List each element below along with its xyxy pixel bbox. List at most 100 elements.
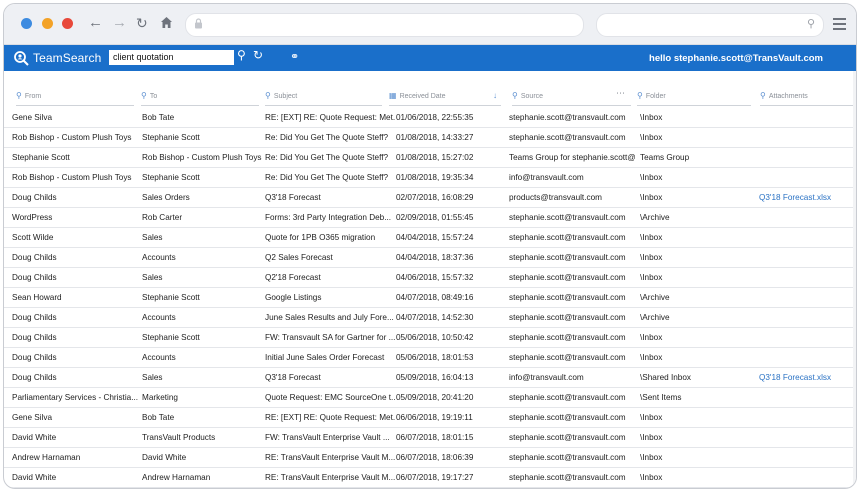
table-row[interactable]: Doug Childs Sales Orders Q3'18 Forecast 02/… — [4, 188, 856, 208]
cell-from: Gene Silva — [12, 113, 53, 122]
cell-received-date: 06/08/2018, 16:01:34 — [396, 488, 504, 489]
cell-received-date: 06/06/2018, 19:19:11 — [396, 413, 473, 422]
column-header-from[interactable]: ⚲ From — [16, 87, 134, 106]
back-arrow-icon[interactable]: ← — [88, 14, 103, 32]
address-bar[interactable] — [185, 13, 584, 37]
cell-source: stephanie.scott@transvault.com — [509, 353, 626, 362]
cell-folder: \Shared Inbox — [640, 373, 691, 382]
cell-folder: \Inbox — [640, 113, 663, 122]
cell-subject: FW: TransVault Enterprise Vault ... — [265, 433, 390, 442]
teamsearch-logo-icon — [14, 51, 29, 66]
table-row[interactable]: Stephanie Scott Rob Bishop - Custom Plush… — [4, 148, 856, 168]
search-icon: ⚲ — [637, 91, 643, 100]
window-maximize-dot[interactable] — [42, 18, 53, 29]
cell-folder: \Inbox — [640, 233, 663, 242]
cell-subject: Q3'18 Forecast — [265, 488, 395, 489]
table-row[interactable]: Rob Bishop - Custom Plush Toys Stephanie … — [4, 168, 856, 188]
column-header-to[interactable]: ⚲ To — [141, 87, 259, 106]
cell-to: David White — [142, 453, 187, 462]
cell-source: info@transvault.com — [509, 173, 584, 182]
search-icon: ⚲ — [141, 91, 147, 100]
column-header-subject[interactable]: ⚲ Subject — [265, 87, 382, 106]
cell-to: Stephanie Scott — [142, 293, 200, 302]
table-row[interactable]: WordPress Rob Carter Forms: 3rd Party Inte… — [4, 208, 856, 228]
cell-source: stephanie.scott@transvault.com — [509, 313, 626, 322]
cell-source: stephanie.scott@transvault.com — [509, 273, 626, 282]
cell-subject: RE: TransVault Enterprise Vault M... — [265, 453, 395, 462]
browser-toolbar: ← → ↻ ⚲ — [4, 4, 856, 45]
search-icon[interactable]: ⚲ — [807, 17, 815, 30]
cell-folder: \Sent Items — [640, 393, 682, 402]
cell-subject: Re: Did You Get The Quote Steff? — [265, 153, 389, 162]
cell-folder: \Inbox — [640, 173, 663, 182]
cell-from: Doug Childs — [12, 373, 57, 382]
search-icon: ⚲ — [16, 91, 22, 100]
cell-attachment[interactable]: Q3'18 Forecast.xlsx — [759, 488, 854, 489]
cell-from: Doug Childs — [12, 353, 57, 362]
table-row[interactable]: Doug Childs Sales Q3'18 Forecast 05/09/2018… — [4, 368, 856, 388]
home-icon[interactable] — [160, 14, 173, 34]
table-row[interactable]: Doug ChildsSalesQ3'18 Forecast06/08/2018… — [4, 488, 856, 489]
cell-subject: Quote Request: EMC SourceOne t... — [265, 393, 395, 402]
cell-to: Sales — [142, 373, 163, 382]
cell-received-date: 01/08/2018, 15:27:02 — [396, 153, 474, 162]
refresh-icon[interactable]: ↻ — [253, 48, 263, 62]
cell-folder: \Inbox — [640, 473, 663, 482]
cell-source: stephanie.scott@transvault.com — [509, 293, 626, 302]
cell-subject: Re: Did You Get The Quote Steff? — [265, 173, 389, 182]
cell-subject: Q3'18 Forecast — [265, 373, 321, 382]
link-icon[interactable]: ⚭ — [290, 50, 299, 63]
table-row[interactable]: Rob Bishop - Custom Plush Toys Stephanie … — [4, 128, 856, 148]
cell-attachment[interactable]: Q3'18 Forecast.xlsx — [759, 188, 854, 207]
table-row[interactable]: Andrew Harnaman David White RE: TransVault… — [4, 448, 856, 468]
scrollbar[interactable] — [853, 71, 856, 488]
cell-folder: \Inbox — [640, 333, 663, 342]
cell-from: Doug Childs — [12, 313, 57, 322]
forward-arrow-icon[interactable]: → — [112, 14, 127, 32]
cell-to: Sales Orders — [142, 193, 190, 202]
cell-folder: \Archive — [640, 213, 670, 222]
table-row[interactable]: Doug Childs Accounts Initial June Sales Or… — [4, 348, 856, 368]
cell-received-date: 05/09/2018, 16:04:13 — [396, 373, 474, 382]
browser-search-field[interactable]: ⚲ — [596, 13, 824, 37]
search-icon: ⚲ — [760, 91, 766, 100]
cell-source: products@transvault.com — [509, 193, 602, 202]
cell-folder: \Inbox — [640, 488, 752, 489]
window-minimize-dot[interactable] — [21, 18, 32, 29]
table-row[interactable]: Sean Howard Stephanie Scott Google Listing… — [4, 288, 856, 308]
reload-icon[interactable]: ↻ — [136, 14, 148, 32]
table-row[interactable]: Doug Childs Accounts Q2 Sales Forecast 04/0… — [4, 248, 856, 268]
browser-window: ← → ↻ ⚲ TeamSearch client quotation ⚲ ↻ … — [3, 3, 857, 489]
user-greeting: hello stephanie.scott@TransVault.com — [649, 53, 823, 64]
cell-folder: \Inbox — [640, 193, 663, 202]
cell-from: Gene Silva — [12, 413, 53, 422]
column-header-source[interactable]: ⚲ Source ⋯ — [512, 87, 631, 106]
cell-received-date: 06/07/2018, 18:01:15 — [396, 433, 474, 442]
table-row[interactable]: Gene Silva Bob Tate RE: [EXT] RE: Quote Re… — [4, 108, 856, 128]
search-query-input[interactable]: client quotation — [109, 50, 234, 65]
table-row[interactable]: Doug Childs Sales Q2'18 Forecast 04/06/2018… — [4, 268, 856, 288]
cell-to: Stephanie Scott — [142, 333, 200, 342]
cell-attachment[interactable]: Q3'18 Forecast.xlsx — [759, 368, 854, 387]
search-icon: ⚲ — [512, 91, 518, 100]
cell-subject: Q3'18 Forecast — [265, 193, 321, 202]
column-header-folder[interactable]: ⚲ Folder — [637, 87, 751, 106]
table-row[interactable]: Doug Childs Stephanie Scott FW: Transvault… — [4, 328, 856, 348]
sort-down-arrow-icon[interactable]: ↓ — [493, 87, 497, 105]
column-header-received-date[interactable]: ▦ Received Date ↓ — [389, 87, 501, 106]
column-header-attachments[interactable]: ⚲ Attachments — [760, 87, 856, 106]
menu-icon[interactable] — [833, 18, 846, 33]
table-row[interactable]: Scott Wilde Sales Quote for 1PB O365 migra… — [4, 228, 856, 248]
table-row[interactable]: Gene Silva Bob Tate RE: [EXT] RE: Quote Re… — [4, 408, 856, 428]
cell-received-date: 04/07/2018, 08:49:16 — [396, 293, 474, 302]
table-row[interactable]: Parliamentary Services - Christia... Mark… — [4, 388, 856, 408]
cell-subject: RE: TransVault Enterprise Vault M... — [265, 473, 395, 482]
table-row[interactable]: David White Andrew Harnaman RE: TransVault… — [4, 468, 856, 488]
window-close-dot[interactable] — [62, 18, 73, 29]
cell-source: Teams Group for stephanie.scott@ — [509, 153, 636, 162]
more-options-icon[interactable]: ⋯ — [616, 84, 625, 102]
brand-name: TeamSearch — [33, 51, 102, 65]
search-icon[interactable]: ⚲ — [237, 48, 246, 62]
table-row[interactable]: Doug Childs Accounts June Sales Results an… — [4, 308, 856, 328]
table-row[interactable]: David White TransVault Products FW: TransV… — [4, 428, 856, 448]
